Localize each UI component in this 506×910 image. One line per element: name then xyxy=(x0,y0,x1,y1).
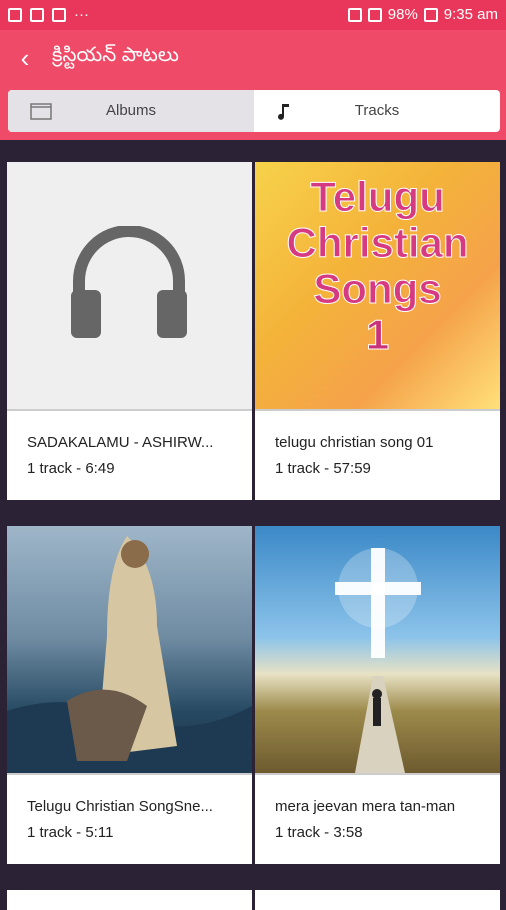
album-card[interactable]: Telugu Christian Songs 1 telugu christia… xyxy=(255,162,500,500)
cover-line-3: Songs xyxy=(313,265,442,312)
card-divider xyxy=(7,409,252,411)
cross-road-illustration xyxy=(335,548,421,773)
album-card-partial[interactable] xyxy=(255,890,500,910)
wifi-notification-icon xyxy=(30,7,44,22)
album-card[interactable]: Telugu Christian SongSne... 1 track - 5:… xyxy=(7,526,252,864)
album-cover xyxy=(7,162,252,409)
album-meta: 1 track - 3:58 xyxy=(275,824,363,841)
mail-notification-icon xyxy=(52,7,66,22)
more-notifications-icon: ··· xyxy=(74,6,89,23)
album-name: telugu christian song 01 xyxy=(275,434,434,451)
album-cover: Telugu Christian Songs 1 xyxy=(255,162,500,409)
tab-albums[interactable]: Albums xyxy=(8,90,254,132)
album-name: SADAKALAMU - ASHIRW... xyxy=(27,434,214,451)
cover-line-1: Telugu xyxy=(310,173,446,220)
status-bar: ··· 98% 9:35 am xyxy=(0,0,506,30)
cover-line-4: 1 xyxy=(365,311,390,358)
battery-label: 98% xyxy=(387,6,418,23)
image-notification-icon xyxy=(8,7,22,22)
card-divider xyxy=(255,409,500,411)
album-card-partial[interactable] xyxy=(7,890,252,910)
back-button[interactable]: ‹ xyxy=(10,44,40,72)
headphones-icon xyxy=(71,226,187,338)
album-cover xyxy=(7,526,252,773)
painting-illustration xyxy=(7,536,252,773)
battery-icon xyxy=(423,7,438,22)
album-meta: 1 track - 57:59 xyxy=(275,460,371,477)
system-icons: 98% 9:35 am xyxy=(347,6,498,23)
wifi-icon xyxy=(347,7,362,22)
album-meta: 1 track - 6:49 xyxy=(27,460,115,477)
tab-bar: Albums Tracks xyxy=(8,90,500,132)
card-divider xyxy=(255,773,500,775)
cover-line-2: Christian xyxy=(286,219,469,266)
signal-icon xyxy=(367,7,382,22)
album-meta: 1 track - 5:11 xyxy=(27,824,114,841)
tab-tracks[interactable]: Tracks xyxy=(254,90,500,132)
album-card[interactable]: SADAKALAMU - ASHIRW... 1 track - 6:49 xyxy=(7,162,252,500)
album-name: mera jeevan mera tan-man xyxy=(275,798,456,815)
album-name: Telugu Christian SongSne... xyxy=(27,798,213,815)
notification-icons: ··· xyxy=(8,6,89,23)
page-title: క్రిస్టియన్ పాటలు xyxy=(52,44,179,66)
album-cover xyxy=(255,526,500,773)
app-bar: ‹ క్రిస్టియన్ పాటలు xyxy=(0,30,506,86)
tab-albums-label: Albums xyxy=(105,102,157,119)
tab-tracks-label: Tracks xyxy=(354,102,400,119)
card-divider xyxy=(7,773,252,775)
album-card[interactable]: mera jeevan mera tan-man 1 track - 3:58 xyxy=(255,526,500,864)
clock: 9:35 am xyxy=(443,6,498,23)
cover-text: Telugu Christian Songs 1 xyxy=(255,173,500,358)
